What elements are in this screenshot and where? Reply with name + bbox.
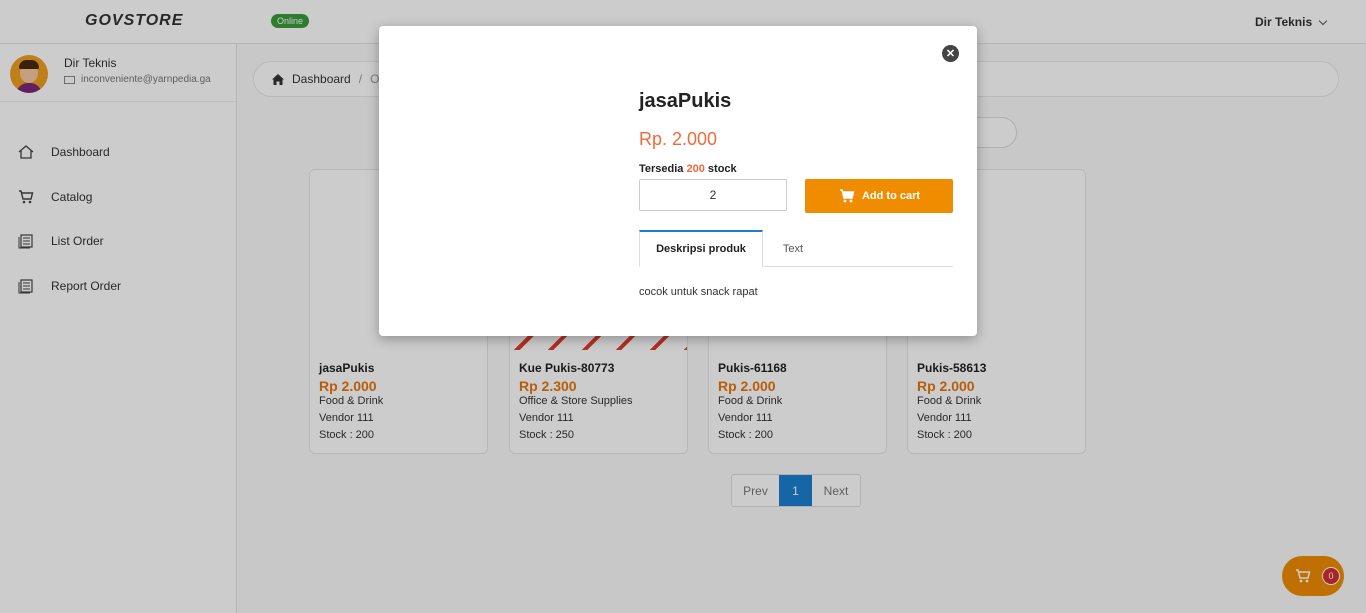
tab-deskripsi-produk[interactable]: Deskripsi produk bbox=[639, 230, 763, 267]
modal-product-price: Rp. 2.000 bbox=[639, 129, 718, 149]
modal-product-title: jasaPukis bbox=[639, 90, 732, 112]
quantity-input[interactable] bbox=[639, 179, 787, 211]
modal-stock-info: Tersedia 200 stock bbox=[639, 163, 737, 175]
cart-icon bbox=[839, 189, 855, 203]
product-tabs: Deskripsi produk Text bbox=[639, 230, 953, 267]
tab-text[interactable]: Text bbox=[763, 230, 823, 267]
product-description: cocok untuk snack rapat bbox=[639, 286, 758, 298]
add-to-cart-label: Add to cart bbox=[861, 190, 921, 202]
stock-prefix: Tersedia bbox=[639, 163, 684, 175]
close-icon[interactable]: ✕ bbox=[942, 45, 959, 62]
product-detail-modal: ✕ jasaPukis Rp. 2.000 Tersedia 200 stock… bbox=[379, 26, 977, 336]
add-to-cart-button[interactable]: Add to cart bbox=[805, 179, 953, 213]
stock-suffix: stock bbox=[707, 163, 737, 175]
stock-qty: 200 bbox=[686, 163, 705, 175]
